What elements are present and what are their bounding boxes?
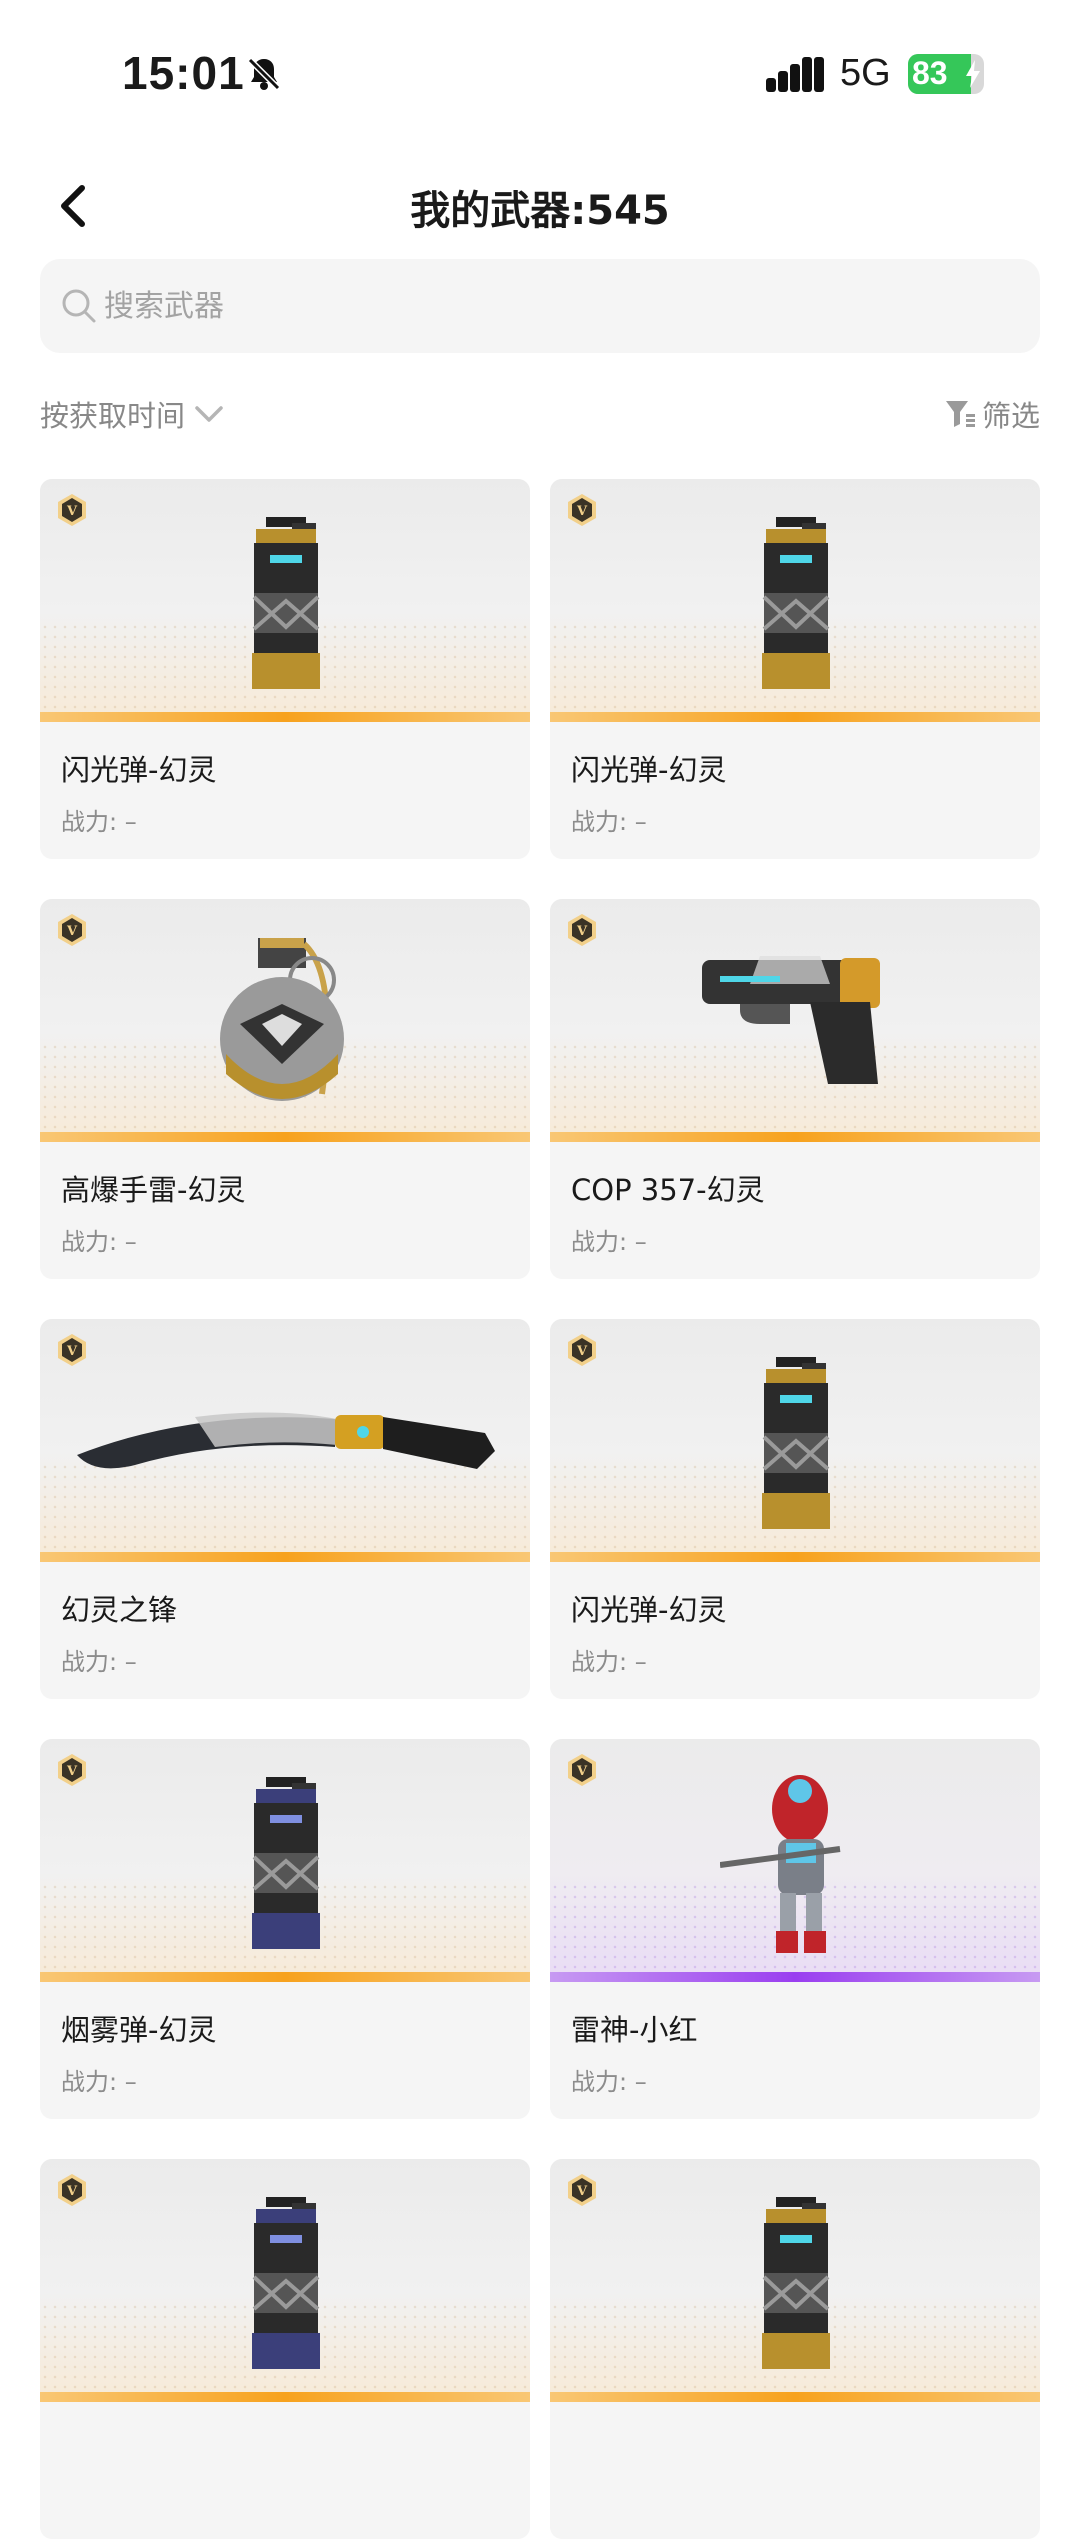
weapon-power: 战力: – xyxy=(571,2068,647,2096)
weapon-image: V xyxy=(550,899,1040,1142)
weapon-power: 战力: – xyxy=(61,808,137,836)
network-type: 5G xyxy=(840,52,891,94)
weapon-image: V xyxy=(40,2159,530,2402)
flashbang-icon xyxy=(762,1357,830,1529)
pistol-icon xyxy=(702,956,880,1084)
search-icon xyxy=(62,289,96,323)
weapon-card[interactable]: V 闪光弹-幻灵 战力: – xyxy=(550,479,1040,859)
filter-icon xyxy=(945,401,975,427)
weapon-card[interactable]: V 高爆手雷-幻灵 战力: – xyxy=(40,899,530,1279)
svg-text:V: V xyxy=(66,504,78,519)
vip-badge-icon: V xyxy=(568,494,596,526)
weapon-card[interactable]: V 烟雾弹-幻灵 战力: – xyxy=(40,1739,530,2119)
sort-dropdown[interactable]: 按获取时间 xyxy=(40,394,225,434)
weapon-image: V xyxy=(40,1739,530,1982)
weapon-card[interactable]: V 雷神-小红 战力: – xyxy=(550,1739,1040,2119)
flashbang-icon xyxy=(762,2197,830,2369)
vip-badge-icon: V xyxy=(58,914,86,946)
weapon-card[interactable]: V COP 357-幻灵 战力: – xyxy=(550,899,1040,1279)
filter-button[interactable]: 筛选 xyxy=(944,394,1040,434)
weapon-image: V xyxy=(550,1319,1040,1562)
charging-bolt-icon xyxy=(966,60,980,88)
weapon-power: 战力: – xyxy=(571,1228,647,1256)
rarity-bar xyxy=(40,2392,530,2402)
status-time: 15:01 xyxy=(122,47,245,99)
weapon-power: 战力: – xyxy=(571,808,647,836)
weapon-power: 战力: – xyxy=(61,1228,137,1256)
rarity-bar xyxy=(550,1552,1040,1562)
weapon-image: V xyxy=(40,899,530,1142)
weapon-image: V xyxy=(550,479,1040,722)
flashbang-icon xyxy=(762,517,830,689)
svg-text:V: V xyxy=(576,924,588,939)
weapon-power: 战力: – xyxy=(61,1648,137,1676)
bell-slash-icon xyxy=(247,57,281,91)
weapon-image: V xyxy=(40,1319,530,1562)
smoke-grenade-icon xyxy=(252,2197,320,2369)
rarity-bar xyxy=(550,1132,1040,1142)
filter-label: 筛选 xyxy=(981,399,1040,433)
page-title: 我的武器:545 xyxy=(410,188,670,234)
weapon-name: 烟雾弹-幻灵 xyxy=(61,2013,217,2047)
svg-text:V: V xyxy=(66,1344,78,1359)
rarity-bar xyxy=(550,1972,1040,1982)
character-icon xyxy=(720,1775,841,1953)
weapon-card[interactable]: V 闪光弹-幻灵 战力: – xyxy=(40,479,530,859)
weapon-card[interactable]: V xyxy=(40,2159,530,2539)
svg-text:V: V xyxy=(576,504,588,519)
svg-text:V: V xyxy=(576,2184,588,2199)
weapon-name: 闪光弹-幻灵 xyxy=(571,753,727,787)
weapon-card[interactable]: V 幻灵之锋 战力: – xyxy=(40,1319,530,1699)
rarity-bar xyxy=(40,1132,530,1142)
svg-text:V: V xyxy=(576,1764,588,1779)
signal-icon xyxy=(766,57,824,92)
vip-badge-icon: V xyxy=(568,1754,596,1786)
search-box[interactable] xyxy=(40,259,1040,353)
rarity-bar xyxy=(40,1972,530,1982)
kukri-knife-icon xyxy=(77,1412,495,1469)
weapon-image: V xyxy=(40,479,530,722)
svg-text:V: V xyxy=(576,1344,588,1359)
weapon-name: 闪光弹-幻灵 xyxy=(61,753,217,787)
rarity-bar xyxy=(40,1552,530,1562)
status-bar: 15:01 5G 83 xyxy=(0,0,1080,150)
chevron-down-icon xyxy=(195,406,223,422)
vip-badge-icon: V xyxy=(58,2174,86,2206)
vip-badge-icon: V xyxy=(568,914,596,946)
weapon-card[interactable]: V 闪光弹-幻灵 战力: – xyxy=(550,1319,1040,1699)
battery-indicator: 83 xyxy=(908,54,984,94)
weapon-name: 高爆手雷-幻灵 xyxy=(61,1173,246,1207)
rarity-bar xyxy=(550,2392,1040,2402)
weapon-name: COP 357-幻灵 xyxy=(571,1173,765,1207)
vip-badge-icon: V xyxy=(568,1334,596,1366)
svg-text:V: V xyxy=(66,924,78,939)
sort-label: 按获取时间 xyxy=(40,399,186,433)
svg-text:V: V xyxy=(66,1764,78,1779)
vip-badge-icon: V xyxy=(58,1334,86,1366)
nav-bar: 我的武器:545 xyxy=(0,160,1080,250)
weapon-image: V xyxy=(550,1739,1040,1982)
weapon-name: 幻灵之锋 xyxy=(61,1593,178,1627)
weapon-name: 闪光弹-幻灵 xyxy=(571,1593,727,1627)
rarity-bar xyxy=(550,712,1040,722)
weapon-grid: V 闪光弹-幻灵 战力: – V 闪光弹-幻灵 战力: – V 高爆手雷-幻灵 … xyxy=(40,479,1040,2539)
battery-percent: 83 xyxy=(912,55,948,91)
vip-badge-icon: V xyxy=(58,494,86,526)
weapon-power: 战力: – xyxy=(61,2068,137,2096)
vip-badge-icon: V xyxy=(58,1754,86,1786)
weapon-name: 雷神-小红 xyxy=(571,2013,698,2047)
rarity-bar xyxy=(40,712,530,722)
grenade-icon xyxy=(220,938,344,1101)
svg-text:V: V xyxy=(66,2184,78,2199)
flashbang-icon xyxy=(252,517,320,689)
weapon-card[interactable]: V xyxy=(550,2159,1040,2539)
vip-badge-icon: V xyxy=(568,2174,596,2206)
smoke-grenade-icon xyxy=(252,1777,320,1949)
search-input[interactable] xyxy=(104,259,1004,353)
weapon-image: V xyxy=(550,2159,1040,2402)
weapon-power: 战力: – xyxy=(571,1648,647,1676)
